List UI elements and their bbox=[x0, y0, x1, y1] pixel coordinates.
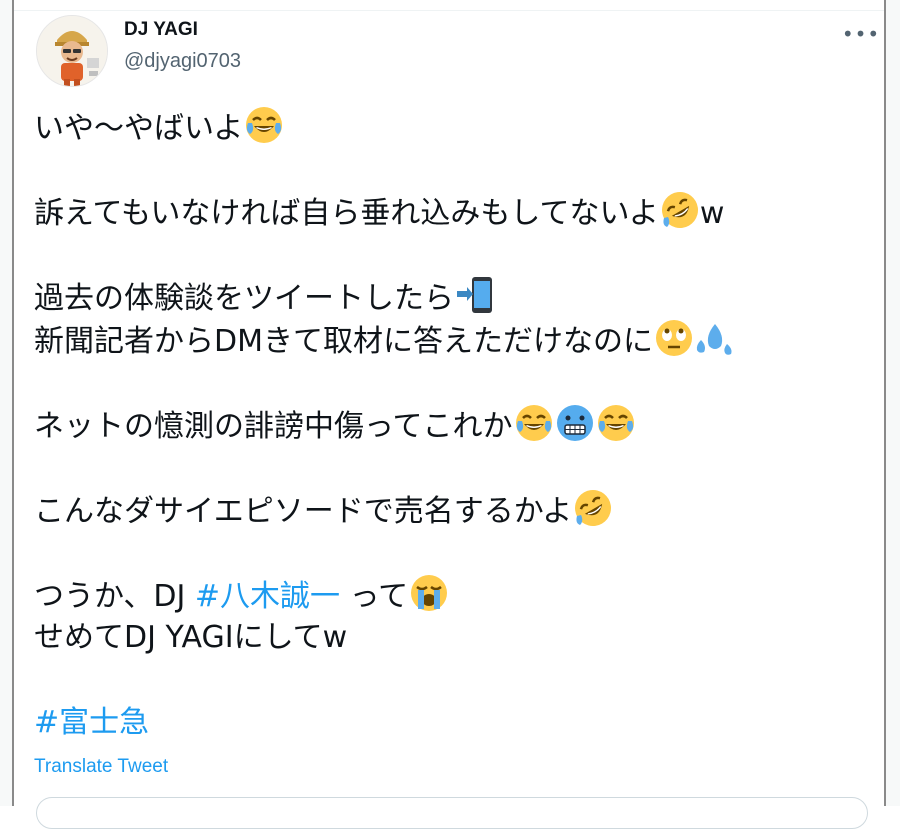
mobile-phone-with-arrow-icon bbox=[457, 277, 492, 313]
tweet-line-text: 訴えてもいなければ自ら垂れ込みもしてないよ bbox=[34, 196, 659, 231]
rolling-on-the-floor-laughing-icon bbox=[575, 490, 612, 526]
face-with-rolling-eyes-icon bbox=[655, 320, 692, 356]
tweet: DJ YAGI @djyagi0703 ••• いや～やばいよ 訴えてもいなけれ… bbox=[14, 11, 884, 829]
tweet-line-text: こんなダサイエピソードで売名するかよ bbox=[34, 494, 573, 529]
tweet-line-text: いや～やばいよ bbox=[34, 111, 244, 146]
tweet-line-text: って bbox=[340, 579, 409, 614]
left-border bbox=[0, 0, 14, 806]
sweat-droplets-icon bbox=[696, 324, 732, 355]
hashtag-link[interactable]: #八木誠一 bbox=[195, 579, 340, 614]
reply-box[interactable] bbox=[36, 797, 868, 829]
face-with-tears-of-joy-icon bbox=[515, 405, 552, 441]
tweet-line-text: せめてDJ YAGIにしてw bbox=[34, 620, 348, 655]
face-with-tears-of-joy-icon bbox=[246, 107, 283, 143]
tweet-line: #富士急 bbox=[34, 701, 874, 744]
translate-tweet-link[interactable]: Translate Tweet bbox=[34, 756, 168, 778]
more-options-icon[interactable]: ••• bbox=[842, 19, 879, 49]
rolling-on-the-floor-laughing-icon bbox=[661, 192, 698, 228]
avatar-illustration-icon bbox=[37, 16, 107, 86]
loudly-crying-face-icon bbox=[411, 575, 448, 611]
tweet-line-text: 新聞記者からDMきて取材に答えただけなのに bbox=[34, 324, 653, 359]
author-handle[interactable]: @djyagi0703 bbox=[124, 50, 241, 73]
tweet-line: 過去の体験談をツイートしたら bbox=[34, 275, 874, 318]
avatar[interactable] bbox=[36, 15, 108, 87]
tweet-line-text: 過去の体験談をツイートしたら bbox=[34, 281, 454, 316]
tweet-line: こんなダサイエピソードで売名するかよ bbox=[34, 488, 874, 531]
face-with-tears-of-joy-icon bbox=[597, 405, 634, 441]
tweet-text: いや～やばいよ 訴えてもいなければ自ら垂れ込みもしてないよ w 過去の体験談をツイ… bbox=[34, 105, 874, 744]
hashtag-link[interactable]: #富士急 bbox=[34, 705, 149, 740]
tweet-line: いや～やばいよ bbox=[34, 105, 874, 148]
tweet-line-text: ネットの憶測の誹謗中傷ってこれか bbox=[34, 409, 513, 444]
author-display-name[interactable]: DJ YAGI bbox=[124, 19, 198, 41]
cold-face-icon bbox=[556, 405, 593, 441]
tweet-window: DJ YAGI @djyagi0703 ••• いや～やばいよ 訴えてもいなけれ… bbox=[0, 0, 900, 829]
tweet-line: ネットの憶測の誹謗中傷ってこれか bbox=[34, 403, 874, 446]
right-border bbox=[884, 0, 900, 806]
tweet-line: 新聞記者からDMきて取材に答えただけなのに bbox=[34, 318, 874, 361]
tweet-line-text: w bbox=[699, 196, 725, 231]
tweet-line: つうか、DJ #八木誠一 って bbox=[34, 573, 874, 616]
tweet-line: 訴えてもいなければ自ら垂れ込みもしてないよ w bbox=[34, 190, 874, 233]
tweet-line: せめてDJ YAGIにしてw bbox=[34, 616, 874, 659]
tweet-line-text: つうか、DJ bbox=[34, 579, 195, 614]
